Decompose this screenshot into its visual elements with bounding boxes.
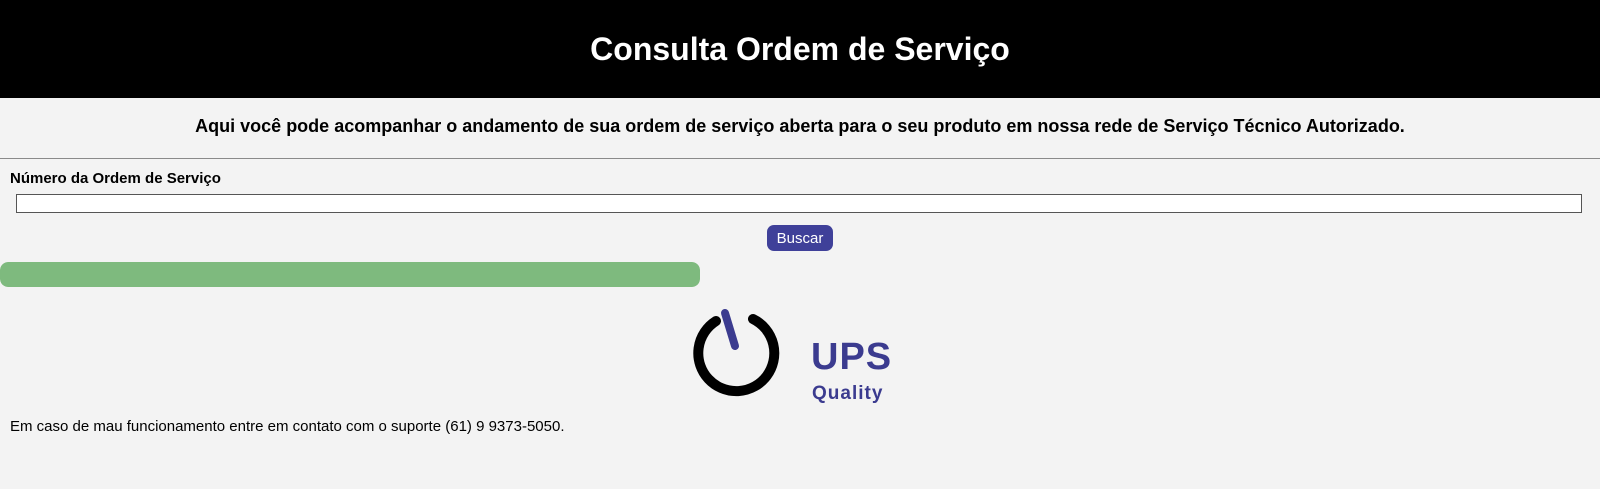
page-header: Consulta Ordem de Serviço [0, 0, 1600, 98]
progress-bar [0, 262, 700, 287]
divider [0, 158, 1600, 159]
power-icon [693, 309, 780, 397]
page-title: Consulta Ordem de Serviço [590, 30, 1010, 67]
os-number-label: Número da Ordem de Serviço [10, 170, 221, 187]
os-number-input[interactable] [16, 194, 1582, 213]
logo-text-quality: Quality [812, 383, 884, 404]
intro-text: Aqui você pode acompanhar o andamento de… [195, 116, 1405, 136]
search-button[interactable]: Buscar [767, 225, 833, 251]
support-contact-text: Em caso de mau funcionamento entre em co… [10, 418, 565, 435]
logo-text-ups: UPS [811, 336, 893, 378]
progress-bar-fill [0, 262, 700, 287]
ups-quality-logo: UPS Quality [693, 308, 906, 408]
